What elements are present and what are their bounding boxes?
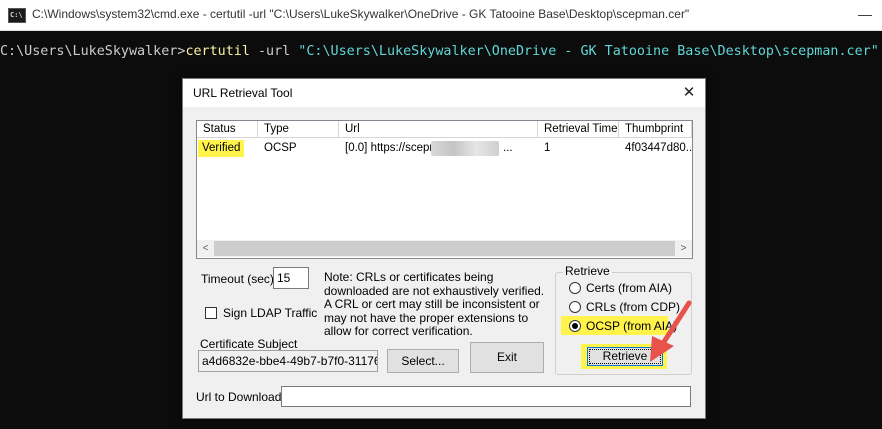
retrieve-group-label: Retrieve <box>563 264 612 278</box>
scroll-left-icon[interactable]: < <box>197 240 214 257</box>
retrieve-button[interactable]: Retrieve <box>587 347 663 366</box>
select-button[interactable]: Select... <box>387 349 459 373</box>
console-flag: -url <box>249 44 291 59</box>
console-command: certutil <box>185 44 250 59</box>
dialog-titlebar: URL Retrieval Tool ✕ <box>183 79 705 107</box>
sign-ldap-checkbox[interactable] <box>205 307 217 319</box>
cell-url: [0.0] https://scepman-app <box>345 142 434 154</box>
radio-ocsp-from-aia[interactable] <box>569 320 581 332</box>
column-header-type[interactable]: Type <box>258 121 339 138</box>
radio-crls-label: CRLs (from CDP) <box>586 300 681 314</box>
exit-button[interactable]: Exit <box>470 342 544 373</box>
radio-ocsp-label: OCSP (from AIA) <box>586 319 678 333</box>
timeout-input[interactable]: 15 <box>273 267 309 289</box>
url-retrieval-dialog: URL Retrieval Tool ✕ Status Type Url Ret… <box>182 78 706 419</box>
dialog-title: URL Retrieval Tool <box>193 86 293 100</box>
redacted-url-segment <box>431 141 499 156</box>
radio-crls-from-cdp[interactable] <box>569 301 581 313</box>
column-header-url[interactable]: Url <box>339 121 538 138</box>
console-command-line: C:\Users\LukeSkywalker>certutil -url "C:… <box>0 44 879 59</box>
status-badge: Verified <box>198 140 244 157</box>
scrollbar-thumb[interactable] <box>214 241 675 256</box>
console-window-title: C:\Windows\system32\cmd.exe - certutil -… <box>32 7 690 21</box>
console-argument: "C:\Users\LukeSkywalker\OneDrive - GK Ta… <box>290 44 879 59</box>
close-icon[interactable]: ✕ <box>677 82 701 104</box>
certificate-subject-label: Certificate Subject <box>200 337 298 351</box>
cell-retrieval-time: 1 <box>544 142 551 154</box>
console-titlebar: C:\ C:\Windows\system32\cmd.exe - certut… <box>0 0 882 31</box>
timeout-label: Timeout (sec) <box>201 272 274 286</box>
retrieve-button-label: Retrieve <box>589 349 661 364</box>
scroll-right-icon[interactable]: > <box>675 240 692 257</box>
note-text: Note: CRLs or certificates being downloa… <box>324 270 545 339</box>
cell-url-ellipsis: ... <box>503 142 513 154</box>
results-table[interactable]: Status Type Url Retrieval Time Thumbprin… <box>196 120 693 259</box>
cell-type: OCSP <box>264 142 297 154</box>
url-to-download-input[interactable] <box>281 386 691 407</box>
sign-ldap-label: Sign LDAP Traffic <box>223 306 318 320</box>
cell-thumbprint: 4f03447d80... <box>625 142 692 154</box>
certificate-subject-field[interactable]: a4d6832e-bbe4-49b7-b7f0-311766ca <box>198 350 378 372</box>
radio-certs-label: Certs (from AIA) <box>586 281 673 295</box>
url-to-download-label: Url to Download <box>196 390 282 404</box>
console-prompt: C:\Users\LukeSkywalker> <box>0 44 186 59</box>
horizontal-scrollbar[interactable]: < > <box>197 240 692 257</box>
column-header-thumbprint[interactable]: Thumbprint <box>619 121 692 138</box>
radio-certs-from-aia[interactable] <box>569 282 581 294</box>
minimize-button[interactable]: — <box>854 4 876 24</box>
column-header-retrieval-time[interactable]: Retrieval Time <box>538 121 619 138</box>
cmd-app-icon: C:\ <box>8 8 26 23</box>
column-header-status[interactable]: Status <box>197 121 258 138</box>
